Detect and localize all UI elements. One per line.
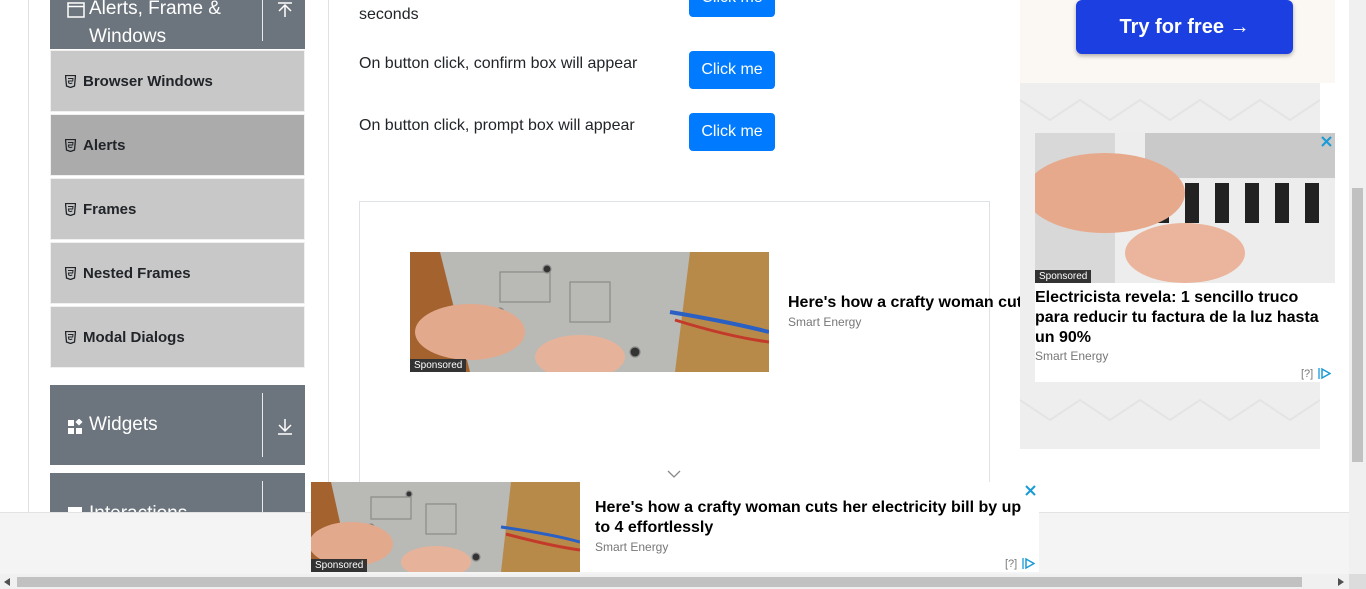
- sidebar-divider: [328, 0, 329, 512]
- sponsored-label: Sponsored: [1035, 270, 1092, 283]
- right-ad-image[interactable]: Sponsored: [1035, 133, 1335, 283]
- close-icon[interactable]: [1025, 485, 1036, 496]
- bottom-ad-title[interactable]: Here's how a crafty woman cuts her elect…: [595, 498, 1035, 538]
- group-header-interactions[interactable]: Interactions: [50, 473, 305, 512]
- header-separator: [262, 393, 263, 457]
- sidebar-item-modal-dialogs[interactable]: Modal Dialogs: [50, 306, 305, 368]
- group-header-widgets[interactable]: Widgets: [50, 385, 305, 465]
- close-icon[interactable]: [1321, 136, 1332, 147]
- left-border: [28, 0, 29, 512]
- sidebar-item-label: Alerts: [83, 136, 126, 154]
- html5-icon: [65, 138, 76, 152]
- right-ad-photo-graphic: [1035, 133, 1335, 283]
- prompt-box-description: On button click, prompt box will appear: [359, 117, 635, 134]
- bottom-ad-source: Smart Energy: [595, 540, 669, 554]
- group-title-line1: Alerts, Frame &: [89, 0, 221, 19]
- cta-area: Try for free →: [1020, 0, 1335, 83]
- adchoices-icon[interactable]: [1318, 367, 1331, 380]
- ad-photo-graphic: [410, 252, 769, 372]
- vertical-scrollbar[interactable]: [1349, 0, 1366, 589]
- sidebar-item-label: Modal Dialogs: [83, 328, 185, 346]
- sidebar-item-label: Browser Windows: [83, 72, 213, 90]
- sidebar-item-alerts[interactable]: Alerts: [50, 114, 305, 176]
- window-icon: [67, 2, 85, 18]
- horizontal-scrollbar[interactable]: [0, 574, 1349, 589]
- sidebar-item-nested-frames[interactable]: Nested Frames: [50, 242, 305, 304]
- horizontal-scroll-thumb[interactable]: [17, 577, 1302, 587]
- sidebar-item-frames[interactable]: Frames: [50, 178, 305, 240]
- group-header-alerts-frames-windows[interactable]: Alerts, Frame & Windows: [50, 0, 305, 49]
- scrollbar-corner: [1349, 574, 1366, 589]
- chevron-down-icon[interactable]: [667, 470, 681, 478]
- ad-info-label[interactable]: [?]: [1301, 368, 1313, 380]
- timer-alert-description: seconds: [359, 6, 419, 23]
- right-ad-source: Smart Energy: [1035, 349, 1109, 363]
- ad-info-label[interactable]: [?]: [1005, 558, 1017, 570]
- bottom-ad[interactable]: Sponsored Here's how a crafty woman cuts…: [311, 482, 1039, 572]
- ad-image[interactable]: Sponsored: [410, 252, 769, 372]
- sidebar-item-label: Frames: [83, 200, 137, 218]
- scroll-left-arrow-icon[interactable]: [4, 578, 10, 586]
- html5-icon: [65, 74, 76, 88]
- html5-icon: [65, 266, 76, 280]
- sidebar-item-browser-windows[interactable]: Browser Windows: [50, 50, 305, 112]
- right-ad-title[interactable]: Electricista revela: 1 sencillo truco pa…: [1035, 288, 1331, 348]
- html5-icon: [65, 202, 76, 216]
- vertical-scroll-thumb[interactable]: [1352, 188, 1363, 462]
- adchoices-icon[interactable]: [1022, 557, 1035, 570]
- sponsored-label: Sponsored: [311, 559, 368, 572]
- prompt-button[interactable]: Click me: [689, 113, 775, 151]
- sidebar-item-label: Nested Frames: [83, 264, 191, 282]
- scroll-right-arrow-icon[interactable]: [1338, 578, 1344, 586]
- group-title: Widgets: [89, 414, 158, 435]
- collapse-arrow-icon[interactable]: [276, 2, 294, 20]
- timer-alert-button[interactable]: Click me: [689, 0, 775, 17]
- group-title: Interactions: [89, 500, 187, 512]
- confirm-box-description: On button click, confirm box will appear: [359, 55, 638, 72]
- html5-icon: [65, 330, 76, 344]
- confirm-button[interactable]: Click me: [689, 51, 775, 89]
- try-for-free-button[interactable]: Try for free →: [1076, 0, 1293, 54]
- widgets-icon: [68, 419, 83, 434]
- inline-ad-source: Smart Energy: [788, 315, 862, 329]
- expand-arrow-icon[interactable]: [276, 417, 294, 435]
- inline-ad-title[interactable]: Here's how a crafty woman cut: [788, 294, 1020, 312]
- sponsored-label: Sponsored: [410, 359, 467, 372]
- inline-ad-container: Sponsored Here's how a crafty woman cut …: [359, 201, 1020, 521]
- header-separator: [262, 481, 263, 512]
- group-title-line2: Windows: [89, 26, 167, 47]
- bottom-ad-image[interactable]: Sponsored: [311, 482, 580, 572]
- right-ad-card[interactable]: Sponsored Electricista revela: 1 sencill…: [1035, 133, 1335, 382]
- header-separator: [262, 0, 263, 41]
